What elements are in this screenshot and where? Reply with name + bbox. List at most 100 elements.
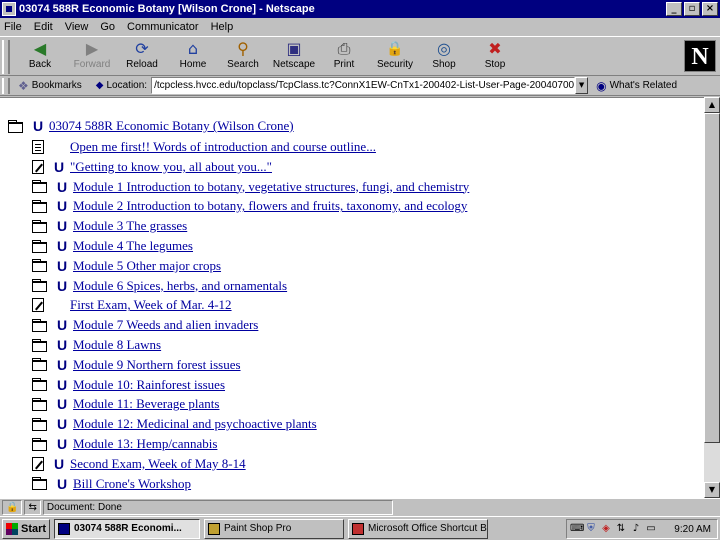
folder-icon[interactable] — [32, 318, 47, 332]
vertical-scrollbar[interactable]: ▲ ▼ — [704, 97, 720, 498]
menu-help[interactable]: Help — [211, 21, 234, 33]
course-item-link[interactable]: Module 7 Weeds and alien invaders — [73, 317, 258, 333]
stop-button[interactable]: ✖ Stop — [469, 39, 521, 75]
shield-icon[interactable]: ⛨ — [585, 523, 597, 535]
netscape-app-icon[interactable] — [2, 2, 16, 16]
title-bar[interactable]: 03074 588R Economic Botany [Wilson Crone… — [0, 0, 720, 18]
shop-button[interactable]: ◎ Shop — [418, 39, 470, 75]
url-dropdown-button[interactable]: ▼ — [575, 77, 589, 94]
monitor-icon[interactable]: ▭ — [645, 523, 657, 535]
forward-button[interactable]: ▶ Forward — [66, 39, 118, 75]
assignment-icon[interactable] — [32, 456, 44, 471]
menu-edit[interactable]: Edit — [34, 21, 53, 33]
folder-icon[interactable] — [32, 259, 47, 273]
netscape-button[interactable]: ▣ Netscape — [268, 39, 320, 75]
home-button[interactable]: ⌂ Home — [167, 39, 219, 75]
assignment-icon[interactable] — [32, 298, 44, 313]
folder-icon[interactable] — [32, 219, 47, 233]
menu-view[interactable]: View — [65, 21, 89, 33]
bookmarks-button[interactable]: Bookmarks — [32, 80, 82, 91]
location-toolbar-grip[interactable] — [2, 77, 10, 94]
window-controls: _ ▫ × — [666, 2, 718, 16]
folder-icon[interactable] — [32, 397, 47, 411]
restore-button[interactable]: ▫ — [684, 2, 700, 16]
office-shortcut-icon — [352, 522, 364, 535]
course-title-link[interactable]: 03074 588R Economic Botany (Wilson Crone… — [49, 118, 294, 134]
back-button[interactable]: ◀ Back — [14, 39, 66, 75]
security-status-icon[interactable]: 🔒 — [2, 500, 23, 515]
bookmarks-icon[interactable]: ❖ — [18, 79, 29, 93]
course-item-link[interactable]: Module 10: Rainforest issues — [73, 377, 225, 393]
task-office-shortcut-bar[interactable]: Microsoft Office Shortcut Bar — [348, 518, 488, 539]
forward-arrow-icon: ▶ — [85, 39, 99, 58]
course-item-link[interactable]: Module 12: Medicinal and psychoactive pl… — [73, 416, 317, 432]
course-item-link[interactable]: Module 4 The legumes — [73, 238, 193, 254]
course-item-link[interactable]: First Exam, Week of Mar. 4-12 — [70, 297, 232, 313]
clock[interactable]: 9:20 AM — [674, 524, 711, 535]
unit-badge-icon: U — [57, 396, 68, 413]
scroll-thumb[interactable] — [704, 113, 720, 443]
folder-icon[interactable] — [32, 199, 47, 213]
window-title: 03074 588R Economic Botany [Wilson Crone… — [19, 3, 315, 15]
folder-icon[interactable] — [32, 477, 47, 491]
minimize-button[interactable]: _ — [666, 2, 682, 16]
home-icon: ⌂ — [187, 39, 199, 58]
scroll-up-button[interactable]: ▲ — [704, 97, 720, 113]
toolbar-grip[interactable] — [2, 40, 10, 74]
unit-badge-icon: U — [54, 158, 65, 175]
close-button[interactable]: × — [702, 2, 718, 16]
course-item-link[interactable]: Module 8 Lawns — [73, 337, 161, 353]
folder-icon[interactable] — [32, 437, 47, 451]
search-button[interactable]: ⚲ Search — [217, 39, 269, 75]
assignment-icon[interactable] — [32, 159, 44, 174]
folder-icon[interactable] — [32, 338, 47, 352]
folder-icon[interactable] — [32, 180, 47, 194]
menu-communicator[interactable]: Communicator — [127, 21, 199, 33]
unit-badge-icon: U — [33, 118, 44, 134]
course-item-link[interactable]: Module 2 Introduction to botany, flowers… — [73, 198, 467, 214]
course-item-link[interactable]: Bill Crone's Workshop — [73, 476, 191, 492]
course-item-link[interactable]: Module 9 Northern forest issues — [73, 357, 241, 373]
menu-file[interactable]: File — [4, 21, 22, 33]
start-button[interactable]: Start — [2, 518, 50, 539]
unit-badge-icon: U — [57, 376, 68, 393]
course-item-link[interactable]: Second Exam, Week of May 8-14 — [70, 456, 246, 472]
network-icon[interactable]: ⇅ — [615, 523, 627, 535]
course-item-link[interactable]: Module 5 Other major crops — [73, 258, 221, 274]
course-item-link[interactable]: "Getting to know you, all about you..." — [70, 159, 272, 175]
document-icon[interactable] — [32, 140, 44, 154]
url-input[interactable]: /tcpcless.hvcc.edu/topclass/TcpClass.tc?… — [151, 77, 576, 94]
print-button[interactable]: ⎙ Print — [318, 39, 370, 75]
course-item-link[interactable]: Module 13: Hemp/cannabis — [73, 436, 217, 452]
status-text: Document: Done — [42, 500, 393, 515]
course-item-link[interactable]: Module 3 The grasses — [73, 218, 187, 234]
unit-badge-icon: U — [54, 455, 65, 472]
netscape-logo[interactable]: N — [684, 40, 716, 72]
course-item: U Module 7 Weeds and alien invaders — [32, 316, 258, 334]
folder-icon[interactable] — [32, 239, 47, 253]
security-button[interactable]: 🔒 Security — [369, 39, 421, 75]
folder-icon[interactable] — [32, 279, 47, 293]
course-item-link[interactable]: Open me first!! Words of introduction an… — [70, 139, 376, 155]
reload-button[interactable]: ⟳ Reload — [116, 39, 168, 75]
course-item-link[interactable]: Module 11: Beverage plants — [73, 396, 219, 412]
folder-icon[interactable] — [32, 378, 47, 392]
folder-icon[interactable] — [32, 417, 47, 431]
whats-related-icon[interactable]: ◉ — [596, 79, 606, 93]
scroll-down-button[interactable]: ▼ — [704, 482, 720, 498]
folder-icon[interactable] — [32, 358, 47, 372]
keyboard-icon[interactable]: ⌨ — [570, 523, 584, 535]
whats-related-button[interactable]: What's Related — [610, 80, 678, 91]
page-content: U 03074 588R Economic Botany (Wilson Cro… — [0, 97, 704, 498]
course-item-link[interactable]: Module 6 Spices, herbs, and ornamentals — [73, 278, 287, 294]
volume-icon[interactable]: ♪ — [630, 523, 642, 535]
task-paint-shop-pro[interactable]: Paint Shop Pro — [204, 518, 344, 539]
open-folder-icon[interactable] — [8, 119, 23, 133]
course-item-link[interactable]: Module 1 Introduction to botany, vegetat… — [73, 179, 469, 195]
course-item: UFirst Exam, Week of Mar. 4-12 — [32, 296, 232, 314]
antivirus-icon[interactable]: ◈ — [600, 523, 612, 535]
task-netscape[interactable]: 03074 588R Economi... — [54, 518, 200, 539]
menu-go[interactable]: Go — [100, 21, 115, 33]
page-proxy-icon[interactable]: ◆ — [96, 80, 104, 91]
shop-icon: ◎ — [437, 39, 451, 58]
